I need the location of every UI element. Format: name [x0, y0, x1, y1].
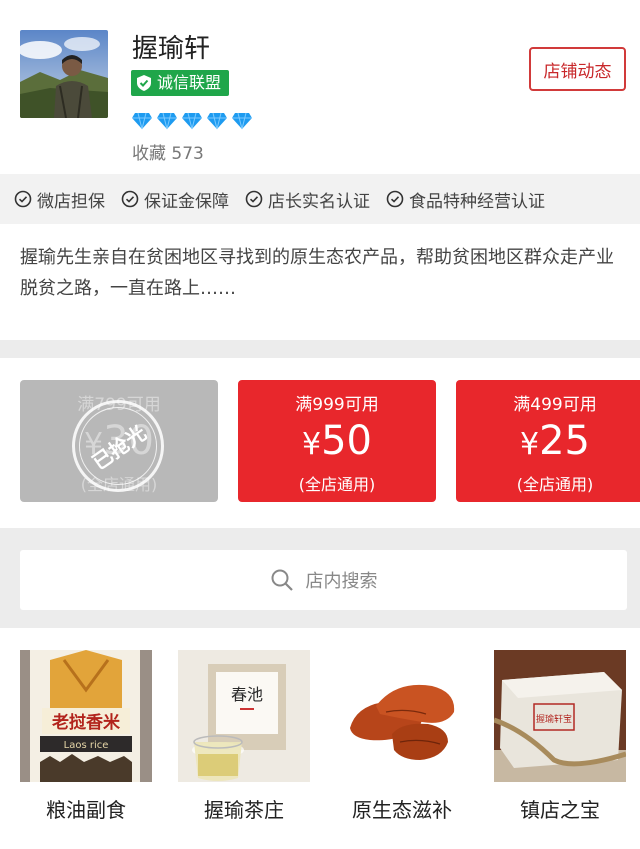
shop-header: 握瑜轩 诚信联盟 收藏 573 店铺动态 — [0, 0, 640, 174]
search-placeholder: 店内搜索 — [305, 571, 378, 592]
diamond-icon — [181, 112, 203, 130]
coupon-condition: 满999可用 — [295, 395, 379, 415]
check-circle-icon — [14, 190, 32, 208]
category-thumbnail: 老挝香米 Laos rice — [20, 650, 152, 782]
svg-text:握瑜轩宝: 握瑜轩宝 — [536, 713, 572, 725]
favorites-count: 收藏 573 — [132, 144, 204, 164]
category-item[interactable]: 老挝香米 Laos rice 粮油副食 — [20, 650, 152, 823]
integrity-alliance-badge: 诚信联盟 — [131, 70, 230, 96]
shop-description: 握瑜先生亲自在贫困地区寻找到的原生态农产品，帮助贫困地区群众走产业脱贫之路，一直… — [20, 247, 614, 299]
guarantee-label: 食品特种经营认证 — [409, 191, 545, 212]
shield-check-icon — [137, 75, 151, 91]
coupon-value: 25 — [539, 418, 590, 464]
guarantee-label: 店长实名认证 — [268, 191, 370, 212]
category-item[interactable]: 春池 握瑜茶庄 — [178, 650, 310, 823]
category-label: 镇店之宝 — [520, 798, 600, 822]
svg-text:老挝香米: 老挝香米 — [51, 712, 121, 733]
category-item[interactable]: 原生态滋补 — [336, 650, 468, 823]
coupon-card[interactable]: 满999可用 ¥50 (全店通用) — [238, 380, 436, 502]
coupon-card[interactable]: 满799可用 ¥30 (全店通用) 已抢光 — [20, 380, 218, 502]
diamond-icon — [131, 112, 153, 130]
category-item[interactable]: 握瑜轩宝 镇店之宝 — [494, 650, 626, 823]
category-thumbnail: 握瑜轩宝 — [494, 650, 626, 782]
guarantee-item: 店长实名认证 — [245, 187, 370, 212]
category-thumbnail: 春池 — [178, 650, 310, 782]
guarantee-item: 食品特种经营认证 — [386, 187, 545, 212]
currency-symbol: ¥ — [520, 427, 540, 462]
search-icon — [271, 569, 293, 591]
guarantee-item: 保证金保障 — [121, 187, 229, 212]
coupon-scope: (全店通用) — [516, 475, 594, 494]
svg-text:Laos rice: Laos rice — [64, 740, 109, 751]
category-label: 握瑜茶庄 — [204, 798, 284, 822]
diamond-icon — [156, 112, 178, 130]
check-circle-icon — [386, 190, 404, 208]
category-row: 老挝香米 Laos rice 粮油副食 春池 握瑜茶庄 原生态滋补 握瑜轩宝 镇… — [0, 628, 640, 849]
diamond-icon — [231, 112, 253, 130]
category-label: 粮油副食 — [46, 798, 126, 822]
coupon-amount: ¥25 — [456, 417, 640, 469]
svg-text:春池: 春池 — [231, 685, 263, 704]
shop-rating-diamonds — [131, 112, 253, 130]
coupon-card[interactable]: 满499可用 ¥25 (全店通用) — [456, 380, 640, 502]
shop-avatar[interactable] — [20, 30, 108, 118]
check-circle-icon — [245, 190, 263, 208]
guarantee-label: 微店担保 — [37, 191, 105, 212]
coupon-value: 50 — [321, 418, 372, 464]
section-divider — [0, 340, 640, 358]
category-thumbnail — [336, 650, 468, 782]
check-circle-icon — [121, 190, 139, 208]
shop-name: 握瑜轩 — [132, 34, 211, 64]
shop-search-input[interactable]: 店内搜索 — [20, 550, 627, 610]
coupon-amount: ¥50 — [238, 417, 436, 469]
badge-label: 诚信联盟 — [157, 73, 222, 92]
diamond-icon — [206, 112, 228, 130]
store-news-button[interactable]: 店铺动态 — [529, 47, 626, 91]
category-label: 原生态滋补 — [352, 798, 452, 822]
currency-symbol: ¥ — [302, 427, 322, 462]
coupon-row: 满799可用 ¥30 (全店通用) 已抢光 满999可用 ¥50 (全店通用) … — [0, 358, 640, 528]
guarantee-bar: 微店担保 保证金保障 店长实名认证 食品特种经营认证 — [0, 174, 640, 224]
guarantee-item: 微店担保 — [14, 187, 105, 212]
guarantee-label: 保证金保障 — [144, 191, 229, 212]
coupon-scope: (全店通用) — [298, 475, 376, 494]
coupon-condition: 满499可用 — [513, 395, 597, 415]
